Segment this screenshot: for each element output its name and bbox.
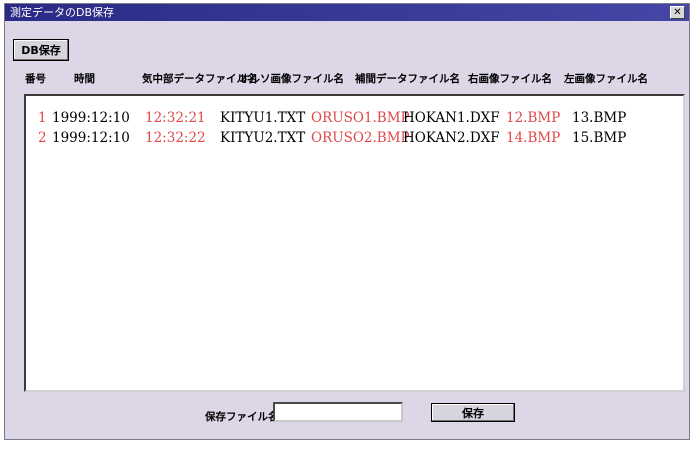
title-bar[interactable]: 測定データのDB保存 ✕ — [5, 4, 689, 21]
cell-air-data-file: KITYU1.TXT — [220, 110, 306, 126]
close-icon[interactable]: ✕ — [670, 6, 685, 19]
table-row[interactable]: 1 1999:12:10 12:32:21 KITYU1.TXT ORUSO1.… — [26, 108, 683, 128]
cell-left-image-file: 15.BMP — [572, 130, 627, 146]
save-filename-label: 保存ファイル名 — [205, 411, 279, 423]
column-header-ortho-image-file: オルソ画像ファイル名 — [239, 73, 344, 85]
cell-number: 1 — [38, 110, 47, 126]
cell-right-image-file: 14.BMP — [506, 130, 561, 146]
cell-ortho-image-file: ORUSO1.BMP — [311, 110, 410, 126]
table-row[interactable]: 2 1999:12:10 12:32:22 KITYU2.TXT ORUSO2.… — [26, 128, 683, 148]
dialog-window: 測定データのDB保存 ✕ DB保存 番号 時間 気中部データファイル名 オルソ画… — [4, 3, 690, 440]
column-header-right-image-file: 右画像ファイル名 — [468, 73, 552, 85]
column-header-left-image-file: 左画像ファイル名 — [564, 73, 648, 85]
window-title: 測定データのDB保存 — [10, 6, 115, 19]
save-button[interactable]: 保存 — [431, 403, 515, 422]
data-list[interactable]: 1 1999:12:10 12:32:21 KITYU1.TXT ORUSO1.… — [24, 94, 685, 392]
cell-interpolation-file: HOKAN1.DXF — [403, 110, 500, 126]
cell-time: 12:32:22 — [145, 130, 206, 146]
cell-time: 12:32:21 — [145, 110, 206, 126]
column-header-number: 番号 — [25, 73, 46, 85]
cell-date: 1999:12:10 — [52, 110, 130, 126]
cell-date: 1999:12:10 — [52, 130, 130, 146]
cell-right-image-file: 12.BMP — [506, 110, 561, 126]
cell-air-data-file: KITYU2.TXT — [220, 130, 306, 146]
cell-left-image-file: 13.BMP — [572, 110, 627, 126]
column-header-interpolation-data-file: 補間データファイル名 — [355, 73, 460, 85]
cell-ortho-image-file: ORUSO2.BMP — [311, 130, 410, 146]
column-header-time: 時間 — [74, 73, 95, 85]
cell-number: 2 — [38, 130, 47, 146]
db-save-button[interactable]: DB保存 — [13, 39, 69, 61]
save-filename-input[interactable] — [273, 402, 403, 422]
cell-interpolation-file: HOKAN2.DXF — [403, 130, 500, 146]
